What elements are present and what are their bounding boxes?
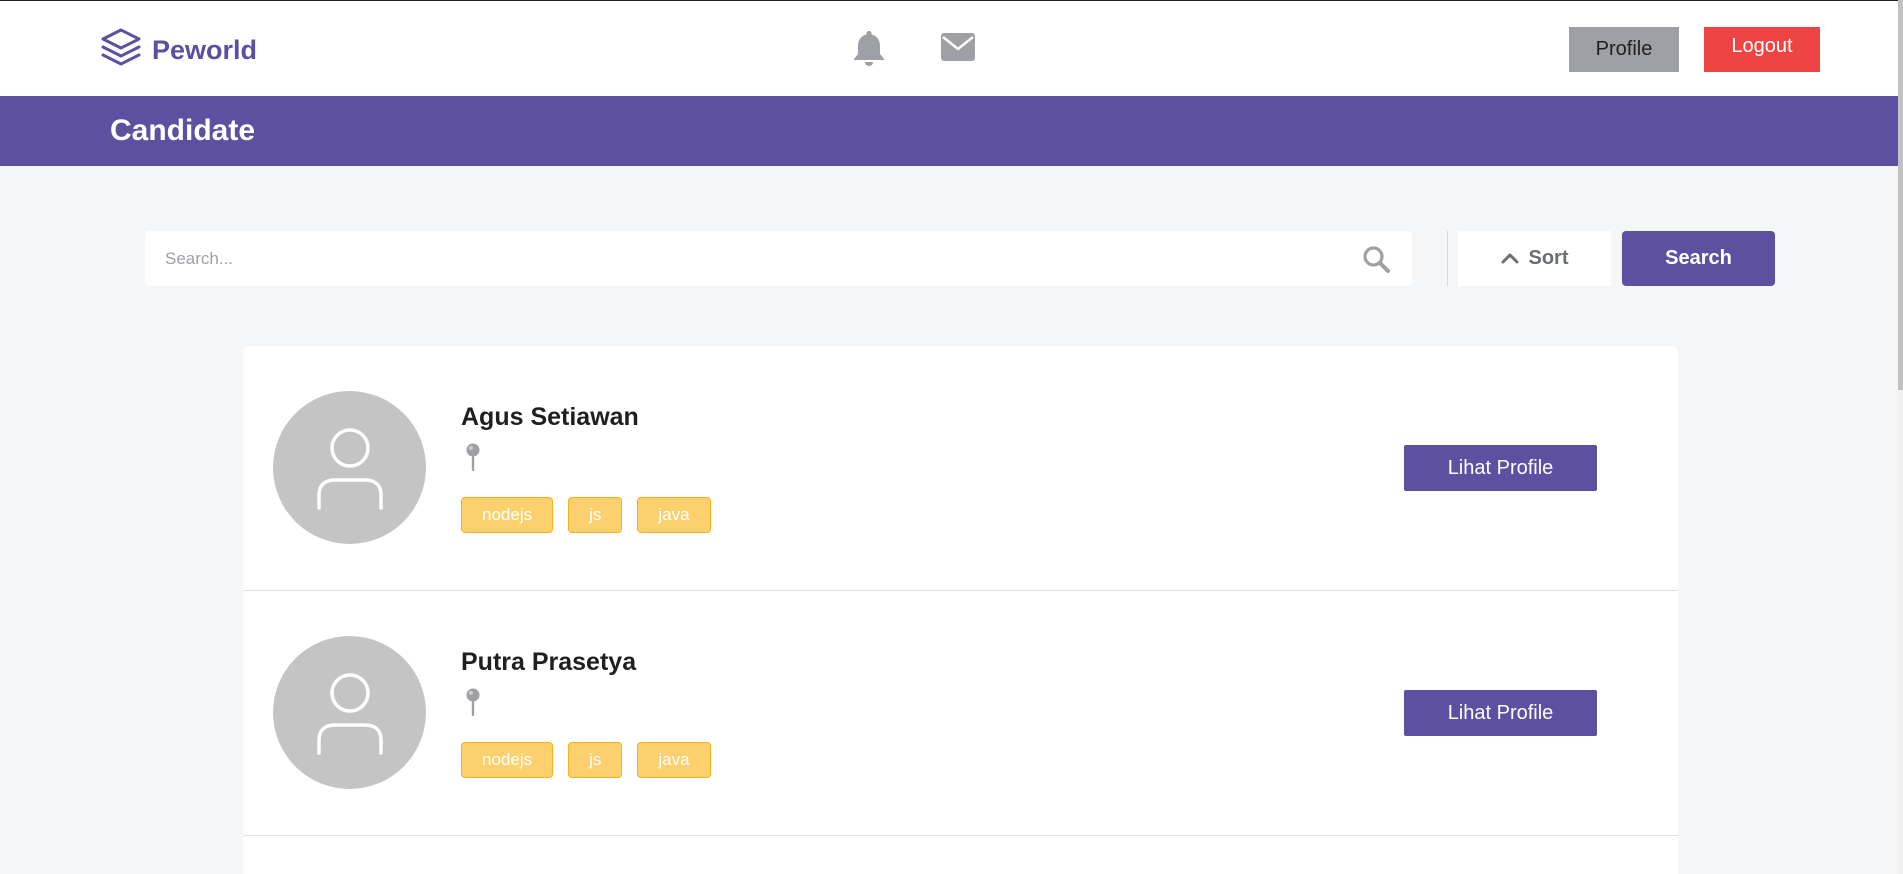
skill-badge: java [637, 497, 711, 533]
sort-button[interactable]: Sort [1458, 231, 1611, 286]
avatar [273, 391, 426, 544]
skill-badge: java [637, 742, 711, 778]
view-profile-button[interactable]: Lihat Profile [1404, 445, 1597, 491]
brand-logo[interactable]: Peworld [100, 27, 257, 74]
skill-badge: nodejs [461, 497, 554, 533]
page-header-bar: Candidate [0, 96, 1898, 166]
brand-name: Peworld [152, 35, 258, 65]
view-profile-button[interactable]: Lihat Profile [1404, 690, 1597, 736]
candidate-card: Agus Setiawan nodejs js java Lihat Profi… [243, 346, 1678, 591]
candidate-list: Agus Setiawan nodejs js java Lihat Profi… [243, 346, 1678, 874]
chevron-up-icon [1501, 247, 1519, 270]
skill-list: nodejs js java [461, 497, 711, 533]
location-pin-icon [466, 688, 480, 723]
candidate-name: Agus Setiawan [461, 403, 639, 431]
page-title: Candidate [110, 114, 256, 147]
mail-icon[interactable] [940, 32, 976, 62]
sort-label: Sort [1528, 247, 1569, 269]
candidate-page: Peworld Profile Logout Candidate Search.… [0, 0, 1903, 874]
skill-badge: js [568, 742, 623, 778]
search-icon[interactable] [1362, 245, 1390, 278]
search-input[interactable] [145, 231, 1345, 286]
search-button[interactable]: Search [1622, 231, 1775, 286]
search-divider [1447, 231, 1448, 286]
location-pin-icon [466, 443, 480, 478]
top-navbar: Peworld Profile Logout [0, 0, 1903, 96]
layers-logo-icon [100, 27, 142, 74]
skill-badge: nodejs [461, 742, 554, 778]
skill-badge: js [568, 497, 623, 533]
page-scrollbar[interactable] [1898, 0, 1903, 874]
bell-icon[interactable] [853, 29, 885, 67]
user-placeholder-icon [316, 672, 383, 755]
search-box [145, 231, 1412, 286]
logout-button[interactable]: Logout [1704, 27, 1820, 72]
skill-list: nodejs js java [461, 742, 711, 778]
user-placeholder-icon [316, 427, 383, 510]
candidate-card: Putra Prasetya nodejs js java Lihat Prof… [243, 591, 1678, 836]
scrollbar-thumb[interactable] [1898, 0, 1903, 390]
avatar [273, 636, 426, 789]
candidate-name: Putra Prasetya [461, 648, 637, 676]
profile-button[interactable]: Profile [1569, 27, 1679, 72]
